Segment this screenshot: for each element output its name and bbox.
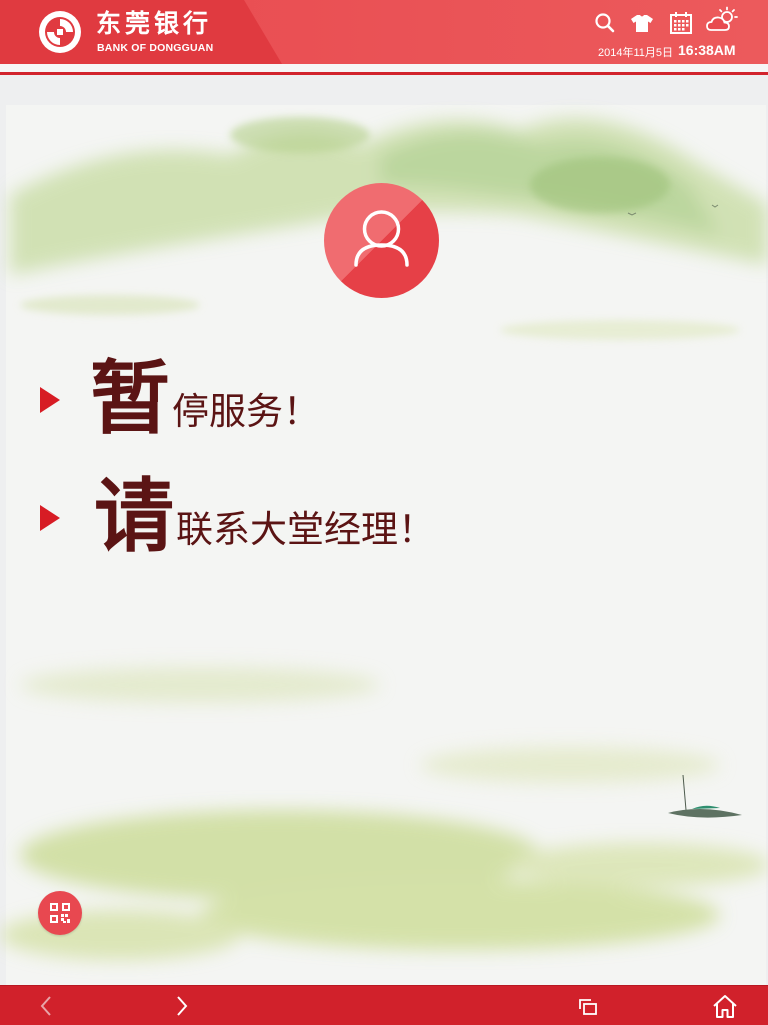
- qr-code-button[interactable]: [38, 891, 82, 935]
- back-arrow-icon: [40, 995, 51, 1016]
- calendar-icon[interactable]: [668, 10, 694, 36]
- windows-button[interactable]: [563, 986, 613, 1025]
- message-2-large-char: 请: [94, 469, 174, 563]
- home-button[interactable]: [700, 986, 750, 1025]
- search-icon[interactable]: [592, 10, 618, 36]
- message-2-text: 联系大堂经理！: [176, 508, 435, 551]
- message-line-2: 请 联系大堂经理！: [40, 476, 435, 556]
- forward-button[interactable]: [156, 986, 206, 1025]
- triangle-bullet-icon: [40, 505, 60, 531]
- user-icon: [354, 210, 409, 267]
- forward-arrow-icon: [177, 995, 188, 1016]
- windows-icon: [579, 998, 597, 1015]
- header-divider-light: [0, 64, 768, 72]
- home-icon: [713, 994, 737, 1018]
- weather-cloudy-sun-icon[interactable]: [705, 6, 739, 36]
- bank-name-cn: 东莞银行: [96, 9, 213, 38]
- back-button[interactable]: [22, 986, 72, 1025]
- shirt-icon[interactable]: [629, 10, 655, 36]
- bank-name-en: BANK OF DONGGUAN: [97, 42, 214, 54]
- bank-logo-icon: [39, 11, 81, 53]
- top-header: 东莞银行 BANK OF DONGGUAN 2014年11月5日 16:38AM: [0, 0, 768, 64]
- header-date: 2014年11月5日: [598, 47, 674, 59]
- bottom-nav-bar: [0, 985, 768, 1025]
- message-1-large-char: 暂: [90, 351, 170, 445]
- header-time: 16:38AM: [678, 42, 736, 58]
- message-1-text: 停服务！: [172, 390, 320, 433]
- user-avatar-badge: [324, 183, 439, 298]
- qr-code-icon: [50, 903, 70, 923]
- message-line-1: 暂 停服务！: [40, 358, 320, 438]
- triangle-bullet-icon: [40, 387, 60, 413]
